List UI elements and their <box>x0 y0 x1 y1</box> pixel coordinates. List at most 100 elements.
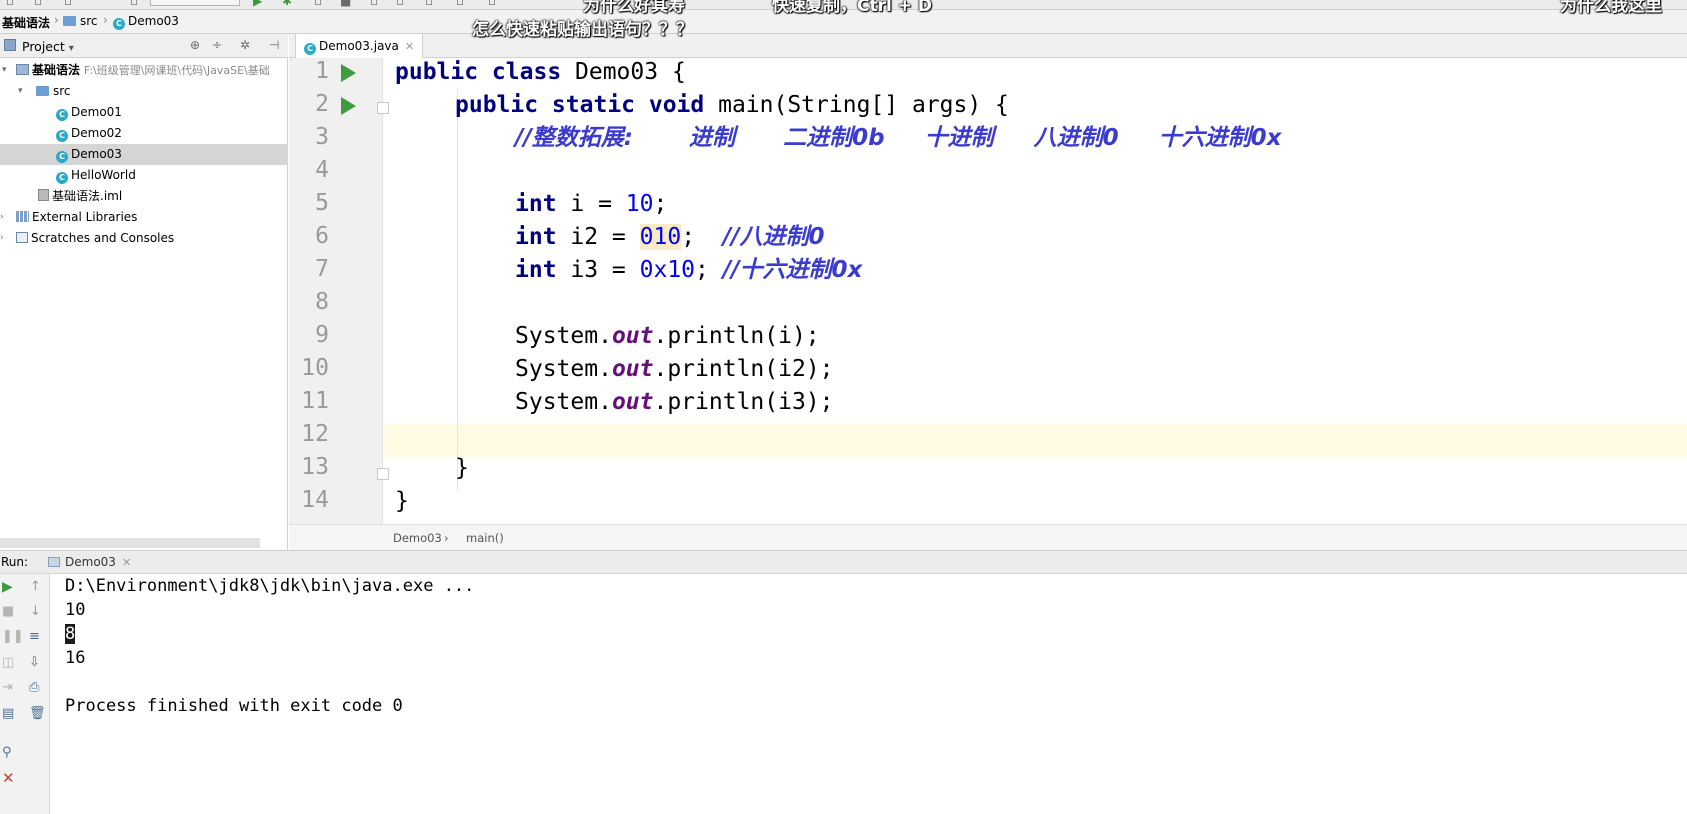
keyword: public class <box>395 59 562 85</box>
gear-icon[interactable]: ✲ <box>240 38 250 52</box>
tree-item-content: C HelloWorld <box>56 165 136 186</box>
close-icon[interactable]: ✕ <box>2 771 15 786</box>
fold-marker-icon[interactable] <box>377 102 389 114</box>
console-output-line: 16 <box>65 648 86 668</box>
soft-wrap-icon[interactable]: ≡ <box>29 630 40 644</box>
chevron-down-icon[interactable]: ▾ <box>2 60 7 81</box>
code-line-13: } <box>455 455 469 481</box>
run-config-icon <box>48 557 60 567</box>
line-number: 5 <box>315 190 329 216</box>
tree-item-external-libraries[interactable]: › External Libraries <box>0 207 288 228</box>
code-line-10: System.out.println(i2); <box>515 353 834 386</box>
tree-item-project-root[interactable]: ▾ 基础语法 F:\班级管理\网课班\代码\JavaSE\基础 <box>0 60 288 81</box>
library-icon <box>16 211 29 222</box>
run-class-icon[interactable] <box>341 64 356 82</box>
code-editor[interactable]: 1 2 3 4 5 6 7 8 9 10 11 12 13 14 public … <box>289 58 1687 524</box>
code-text: .println(i2); <box>653 356 834 382</box>
tree-item-content: External Libraries <box>16 207 137 228</box>
horizontal-scrollbar[interactable] <box>0 538 260 548</box>
code-line-7: int i3 = 0x10; //十六进制0x <box>515 254 862 287</box>
editor-breadcrumb: Demo03 › main() <box>289 524 1687 550</box>
toolbar-icon[interactable]: ▫ <box>34 0 42 7</box>
tree-item-demo03[interactable]: C Demo03 <box>0 144 288 165</box>
run-tab-demo03[interactable]: Demo03 ✕ <box>40 551 139 574</box>
code-text: i2 = <box>556 224 640 250</box>
tool-icon[interactable]: ▫ <box>488 0 496 7</box>
chevron-down-icon[interactable]: ▾ <box>69 43 74 54</box>
tab-label: Demo03.java <box>319 39 399 53</box>
chevron-right-icon[interactable]: › <box>0 228 4 249</box>
console-output-line: 8 <box>65 624 76 644</box>
stop-icon[interactable]: ■ <box>2 605 14 619</box>
code-text: ; <box>681 224 723 250</box>
class-icon: C <box>56 109 68 121</box>
line-number: 8 <box>315 289 329 315</box>
nav-folder[interactable]: src <box>63 14 98 28</box>
tree-item-label: src <box>53 84 71 98</box>
run-tab-label: Demo03 <box>65 555 116 569</box>
build-icon[interactable]: ▫ <box>370 0 378 7</box>
code-line-2: public static void main(String[] args) { <box>455 89 1009 122</box>
selected-output-text[interactable]: 8 <box>65 624 76 644</box>
layout-icon[interactable]: ▤ <box>2 707 14 721</box>
project-header: Project ▾ ⊕ ÷ ✲ ⊣ <box>0 34 288 58</box>
toolbar-icon[interactable]: ▫ <box>64 0 72 7</box>
project-title-text: Project <box>22 39 65 54</box>
run-icon[interactable]: ▶ <box>253 0 262 7</box>
pause-icon[interactable]: ❚❚ <box>2 630 24 644</box>
toolbar-icon[interactable]: ▫ <box>130 0 138 7</box>
tree-item-src[interactable]: ▾ src <box>0 81 288 102</box>
tree-item-demo02[interactable]: C Demo02 <box>0 123 288 144</box>
tree-item-iml[interactable]: 基础语法.iml <box>0 186 288 207</box>
pin-icon[interactable]: ⚲ <box>2 746 12 760</box>
toolbar-icon[interactable]: ▫ <box>6 0 14 7</box>
code-line-5: int i = 10; <box>515 188 667 221</box>
run-main-icon[interactable] <box>341 97 356 115</box>
class-icon: C <box>56 172 68 184</box>
down-arrow-icon[interactable]: ↓ <box>30 605 41 619</box>
dump-threads-icon[interactable]: ◫ <box>2 656 14 670</box>
close-icon[interactable]: ✕ <box>122 556 131 569</box>
code-text: Demo03 { <box>561 59 686 85</box>
line-number: 2 <box>315 91 329 117</box>
scroll-to-end-icon[interactable]: ⇩ <box>29 656 40 670</box>
run-config-selector[interactable] <box>150 0 240 6</box>
breadcrumb-method[interactable]: main() <box>466 531 504 545</box>
close-icon[interactable]: ✕ <box>405 40 414 53</box>
print-icon[interactable]: ⎙ <box>29 681 39 695</box>
chevron-down-icon[interactable]: ▾ <box>18 81 23 102</box>
indent-guide <box>457 90 458 490</box>
tree-item-helloworld[interactable]: C HelloWorld <box>0 165 288 186</box>
nav-project[interactable]: 基础语法 <box>2 14 50 31</box>
exit-icon[interactable]: ⇥ <box>2 681 13 695</box>
trash-icon[interactable]: 🗑 <box>29 707 46 721</box>
nav-file[interactable]: C Demo03 <box>113 14 179 30</box>
tree-item-demo01[interactable]: C Demo01 <box>0 102 288 123</box>
project-view-icon <box>4 39 16 51</box>
up-arrow-icon[interactable]: ↑ <box>30 580 41 594</box>
fold-marker-icon[interactable] <box>377 468 389 480</box>
tree-item-content: C Demo03 <box>56 144 122 165</box>
locate-icon[interactable]: ⊕ <box>190 38 200 52</box>
tree-item-scratches[interactable]: › Scratches and Consoles <box>0 228 288 249</box>
code-text: i = <box>556 191 626 217</box>
coverage-icon[interactable]: ▫ <box>314 0 322 7</box>
class-icon: C <box>113 18 125 30</box>
breadcrumb-class[interactable]: Demo03 <box>393 531 442 545</box>
chevron-right-icon[interactable]: › <box>0 207 4 228</box>
project-title[interactable]: Project ▾ <box>22 39 74 54</box>
tab-demo03-java[interactable]: C Demo03.java ✕ <box>295 34 424 58</box>
stop-icon[interactable]: ■ <box>340 0 351 7</box>
settings-icon[interactable]: ▫ <box>396 0 404 7</box>
tree-item-label: Demo03 <box>71 147 122 161</box>
tool-icon[interactable]: ▫ <box>456 0 464 7</box>
code-line-1: public class Demo03 { <box>395 56 686 89</box>
collapse-icon[interactable]: ÷ <box>212 38 222 52</box>
comment: //八进制0 <box>722 224 825 250</box>
module-file-icon <box>38 189 49 201</box>
debug-icon[interactable]: ✱ <box>282 0 292 7</box>
scratches-icon <box>16 232 28 243</box>
hide-panel-icon[interactable]: ⊣ <box>269 38 279 52</box>
tool-icon[interactable]: ▫ <box>425 0 433 7</box>
rerun-icon[interactable]: ▶ <box>2 580 13 594</box>
